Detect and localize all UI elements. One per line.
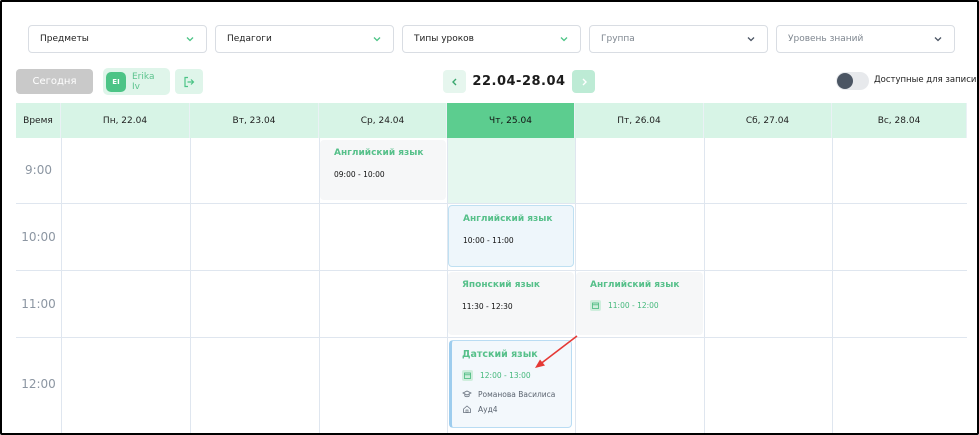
lesson-time: 10:00 - 11:00	[463, 236, 514, 245]
calendar-header: Время Пн, 22.04 Вт, 23.04 Ср, 24.04 Чт, …	[16, 103, 967, 138]
calendar-grid: Время Пн, 22.04 Вт, 23.04 Ср, 24.04 Чт, …	[16, 103, 967, 433]
lesson-title: Японский язык	[462, 280, 540, 290]
chevron-right-icon	[582, 78, 587, 85]
grid-line	[16, 270, 967, 271]
time-label-9: 9:00	[25, 163, 52, 177]
lesson-title: Английский язык	[590, 280, 680, 290]
day-header-sun[interactable]: Вс, 28.04	[832, 103, 967, 138]
prev-week-button[interactable]	[443, 70, 466, 93]
available-toggle[interactable]	[836, 72, 869, 90]
lesson-card-wed-english[interactable]: Английский язык 09:00 - 10:00	[320, 140, 446, 200]
available-toggle-label: Доступные для записи	[874, 75, 977, 85]
user-chip[interactable]: EI Erika Iv	[103, 68, 170, 95]
lesson-card-thu-japanese[interactable]: Японский язык 11:30 - 12:30	[448, 272, 574, 335]
time-column-header: Время	[16, 103, 61, 138]
time-label-10: 10:00	[21, 230, 56, 244]
day-header-wed[interactable]: Ср, 24.04	[319, 103, 447, 138]
day-header-tue[interactable]: Вт, 23.04	[190, 103, 319, 138]
annotation-arrow-icon	[535, 335, 578, 368]
lesson-time-text: 11:00 - 12:00	[608, 301, 659, 310]
teachers-filter[interactable]: Педагоги	[215, 25, 394, 53]
lesson-teacher: Романова Василиса	[462, 389, 571, 399]
lesson-time: 11:30 - 12:30	[462, 302, 513, 311]
knowledge-level-filter[interactable]: Уровень знаний	[776, 25, 955, 53]
lesson-card-thu-english[interactable]: Английский язык 10:00 - 11:00	[448, 205, 574, 267]
calendar-icon	[590, 300, 601, 311]
grid-line	[16, 203, 967, 204]
next-week-button[interactable]	[572, 70, 595, 93]
week-range-label: 22.04-28.04	[472, 74, 566, 89]
subjects-filter-label: Предметы	[40, 34, 89, 44]
graduation-cap-icon	[462, 390, 472, 398]
group-filter[interactable]: Группа	[589, 25, 768, 53]
teachers-filter-label: Педагоги	[227, 34, 272, 44]
chevron-down-icon	[184, 33, 196, 45]
grid-line	[832, 138, 833, 433]
day-header-thu[interactable]: Чт, 25.04	[447, 103, 575, 138]
toggle-knob	[837, 73, 853, 89]
knowledge-level-filter-label: Уровень знаний	[788, 34, 864, 44]
lesson-time: 09:00 - 10:00	[334, 170, 385, 179]
day-header-sat[interactable]: Сб, 27.04	[704, 103, 832, 138]
lesson-title: Английский язык	[463, 214, 553, 224]
chevron-down-icon	[371, 33, 383, 45]
chevron-left-icon	[451, 78, 456, 85]
app-window: Предметы Педагоги Типы уроков Группа Уро…	[0, 0, 979, 435]
group-filter-label: Группа	[601, 34, 635, 44]
day-header-fri[interactable]: Пт, 26.04	[575, 103, 704, 138]
chevron-down-icon	[558, 33, 570, 45]
day-header-mon[interactable]: Пн, 22.04	[61, 103, 190, 138]
lesson-room-name: Ауд4	[478, 404, 498, 414]
lesson-types-filter[interactable]: Типы уроков	[402, 25, 581, 53]
lesson-types-filter-label: Типы уроков	[414, 34, 474, 44]
avatar: EI	[106, 71, 126, 92]
lesson-card-fri-english[interactable]: Английский язык 11:00 - 12:00	[576, 272, 703, 335]
grid-line	[190, 138, 191, 433]
today-button[interactable]: Сегодня	[16, 69, 93, 94]
calendar-icon	[462, 370, 473, 381]
lesson-room: Ауд4	[462, 404, 571, 414]
grid-line	[61, 138, 62, 433]
lesson-teacher-name: Романова Василиса	[478, 389, 556, 399]
today-cell-highlight	[447, 138, 575, 203]
home-icon	[463, 405, 471, 413]
logout-button[interactable]	[175, 69, 203, 94]
time-label-11: 11:00	[21, 297, 56, 311]
grid-line	[16, 337, 967, 338]
lesson-time: 11:00 - 12:00	[590, 300, 703, 311]
time-label-12: 12:00	[21, 377, 56, 391]
chevron-down-icon	[745, 33, 757, 45]
chevron-down-icon	[932, 33, 944, 45]
user-name: Erika Iv	[132, 71, 155, 92]
logout-icon	[184, 76, 195, 87]
subjects-filter[interactable]: Предметы	[28, 25, 207, 53]
lesson-time-text: 12:00 - 13:00	[480, 371, 531, 380]
lesson-title: Английский язык	[334, 148, 424, 158]
grid-line	[704, 138, 705, 433]
filter-bar: Предметы Педагоги Типы уроков Группа Уро…	[28, 25, 955, 53]
